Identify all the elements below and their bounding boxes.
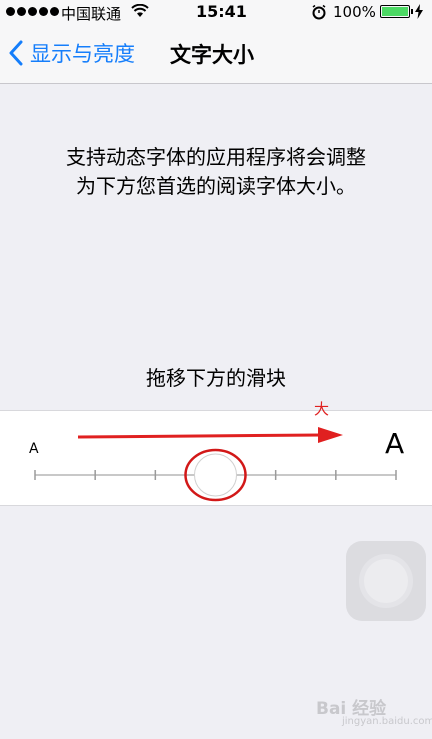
battery-icon xyxy=(380,5,410,18)
battery-tip xyxy=(411,9,413,14)
annotation-label: 大 xyxy=(314,400,330,418)
carrier-name: 中国联通 xyxy=(61,5,122,23)
back-button[interactable]: 显示与亮度 xyxy=(8,24,135,82)
back-button-label: 显示与亮度 xyxy=(30,42,135,66)
slider-thumb[interactable] xyxy=(194,453,237,497)
description-text: 支持动态字体的应用程序将会调整 为下方您首选的阅读字体大小。 xyxy=(30,143,402,201)
page-title: 文字大小 xyxy=(170,43,254,67)
assistive-touch-button[interactable] xyxy=(346,541,426,621)
battery-percentage: 100% xyxy=(333,3,376,21)
description-line-2: 为下方您首选的阅读字体大小。 xyxy=(76,174,356,198)
watermark-url: jingyan.baidu.com xyxy=(342,716,432,727)
assistive-touch-icon xyxy=(364,559,408,603)
wifi-icon xyxy=(131,4,149,17)
font-size-slider-panel: A A xyxy=(0,410,432,506)
chevron-left-icon xyxy=(9,40,23,66)
alarm-icon xyxy=(312,4,326,20)
clock-time: 15:41 xyxy=(196,2,247,21)
annotation-arrow-head xyxy=(318,427,343,443)
charging-bolt-icon xyxy=(415,4,423,19)
drag-hint: 拖移下方的滑块 xyxy=(146,366,286,390)
description-line-1: 支持动态字体的应用程序将会调整 xyxy=(66,145,366,169)
annotation-arrow-shaft xyxy=(77,433,323,439)
font-size-slider[interactable] xyxy=(0,411,432,507)
status-bar: 中国联通 15:41 100% xyxy=(0,0,432,24)
signal-strength-icon xyxy=(6,7,59,16)
navigation-bar: 显示与亮度 文字大小 xyxy=(0,24,432,84)
